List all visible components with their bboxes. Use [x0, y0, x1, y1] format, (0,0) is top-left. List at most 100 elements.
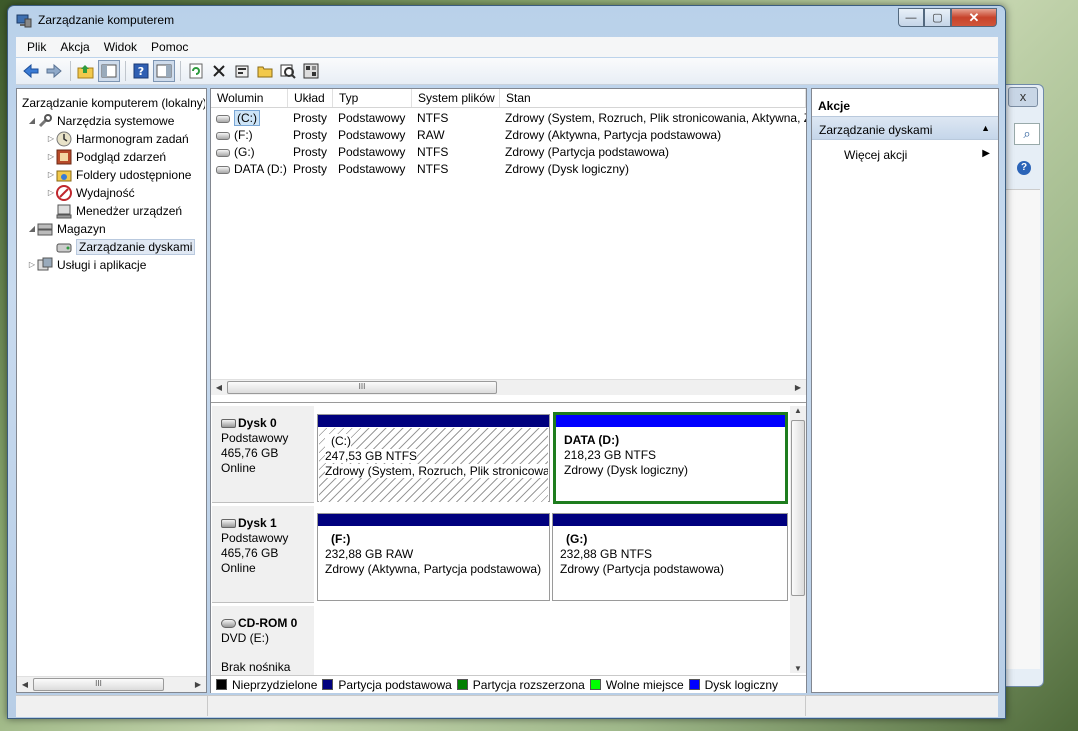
disk-view-vertical-scrollbar[interactable]: ▲ ▼ — [790, 406, 806, 673]
volume-row[interactable]: (C:) Prosty Podstawowy NTFS Zdrowy (Syst… — [211, 110, 806, 127]
column-header-typ[interactable]: Typ — [333, 89, 412, 107]
scrollbar-thumb[interactable]: III — [227, 381, 497, 394]
tree-item-uslugi-i-aplikacje[interactable]: ▷ Usługi i aplikacje — [27, 256, 146, 273]
back-arrow-icon[interactable] — [20, 60, 42, 82]
maximize-button[interactable]: ▢ — [924, 8, 951, 27]
rescan-disks-icon[interactable] — [277, 60, 299, 82]
legend: Nieprzydzielone Partycja podstawowa Part… — [211, 675, 806, 693]
minimize-button[interactable]: — — [898, 8, 924, 27]
tree-item-foldery-udostepnione[interactable]: ▷ Foldery udostępnione — [46, 166, 192, 183]
expand-arrow-icon[interactable]: ▷ — [46, 188, 56, 197]
column-header-stan[interactable]: Stan — [500, 89, 806, 107]
legend-label: Wolne miejsce — [605, 677, 684, 692]
refresh-icon[interactable] — [185, 60, 207, 82]
properties-icon[interactable] — [231, 60, 253, 82]
legend-swatch — [688, 679, 700, 690]
more-actions-item[interactable]: Więcej akcji ▶ — [812, 145, 998, 165]
disk-1-label[interactable]: Dysk 1 Podstawowy 465,76 GB Online — [212, 506, 314, 603]
volume-row[interactable]: DATA (D:) Prosty Podstawowy NTFS Zdrowy … — [211, 161, 806, 178]
event-viewer-icon — [56, 149, 72, 164]
show-hide-action-pane-icon[interactable] — [153, 60, 175, 82]
scroll-left-icon[interactable]: ◀ — [17, 680, 33, 689]
volume-row[interactable]: (G:) Prosty Podstawowy NTFS Zdrowy (Part… — [211, 144, 806, 161]
tree-item-narzedzia-systemowe[interactable]: ◢ Narzędzia systemowe — [27, 112, 174, 129]
scroll-up-icon[interactable]: ▲ — [790, 406, 806, 420]
partition-label: (F:) — [331, 532, 351, 546]
column-header-system-plikow[interactable]: System plików — [412, 89, 500, 107]
disk-name: CD-ROM 0 — [238, 616, 298, 630]
status-cell: Zdrowy (Dysk logiczny) — [505, 162, 630, 176]
expand-arrow-icon[interactable]: ▷ — [27, 260, 37, 269]
menu-pomoc[interactable]: Pomoc — [144, 37, 195, 57]
collapse-up-icon[interactable]: ▲ — [981, 123, 990, 133]
background-window-search-icon[interactable]: ⌕ — [1014, 123, 1040, 145]
cd-drive-icon — [221, 619, 236, 629]
partition-g[interactable]: (G:) 232,88 GB NTFS Zdrowy (Partycja pod… — [552, 513, 788, 601]
layout-cell: Prosty — [293, 162, 328, 176]
legend-swatch — [456, 679, 468, 690]
status-bar — [16, 695, 998, 717]
volume-list-horizontal-scrollbar[interactable]: ◀ III ▶ — [211, 379, 806, 395]
partition-f[interactable]: (F:) 232,88 GB RAW Zdrowy (Aktywna, Part… — [317, 513, 550, 601]
show-hide-console-tree-icon[interactable] — [98, 60, 120, 82]
minimize-icon: — — [905, 11, 917, 24]
drive-icon — [216, 148, 230, 157]
partition-label: (G:) — [566, 532, 588, 546]
tree-item-podglad-zdarzen[interactable]: ▷ Podgląd zdarzeń — [46, 148, 166, 165]
expand-arrow-icon[interactable]: ▷ — [46, 152, 56, 161]
tree-item-label: Magazyn — [57, 221, 106, 236]
partition-label: (C:) — [325, 434, 351, 449]
legend-label: Nieprzydzielone — [232, 677, 318, 692]
menu-akcja[interactable]: Akcja — [53, 37, 96, 57]
primary-partition-bar — [318, 415, 549, 427]
tree-item-harmonogram-zadan[interactable]: ▷ Harmonogram zadań — [46, 130, 189, 147]
background-window-close-button[interactable]: x — [1008, 87, 1038, 107]
delete-icon[interactable] — [208, 60, 230, 82]
tree-item-menedzer-urzadzen[interactable]: Menedżer urządzeń — [56, 202, 182, 219]
title-bar[interactable]: Zarządzanie komputerem — ▢ ✕ — [8, 6, 1005, 36]
tree-item-magazyn[interactable]: ◢ Magazyn — [27, 220, 106, 237]
cdrom-0-label[interactable]: CD-ROM 0 DVD (E:) Brak nośnika — [212, 606, 314, 675]
scroll-right-icon[interactable]: ▶ — [190, 680, 206, 689]
help-icon[interactable]: ? — [130, 60, 152, 82]
partition-body: (C:) 247,53 GB NTFS Zdrowy (System, Rozr… — [319, 428, 548, 502]
collapse-arrow-icon[interactable]: ◢ — [27, 224, 37, 233]
up-folder-icon[interactable] — [75, 60, 97, 82]
partition-data-d[interactable]: DATA (D:) 218,23 GB NTFS Zdrowy (Dysk lo… — [553, 412, 788, 504]
scrollbar-thumb[interactable] — [791, 420, 805, 596]
open-folder-icon[interactable] — [254, 60, 276, 82]
scroll-down-icon[interactable]: ▼ — [790, 664, 806, 673]
tree-item-zarzadzanie-dyskami[interactable]: Zarządzanie dyskami — [56, 238, 196, 255]
volume-row[interactable]: (F:) Prosty Podstawowy RAW Zdrowy (Aktyw… — [211, 127, 806, 144]
drive-icon — [216, 114, 230, 123]
background-window-help-icon[interactable]: ? — [1010, 157, 1038, 179]
volume-name: (F:) — [234, 128, 253, 142]
partition-status: Zdrowy (Aktywna, Partycja podstawowa) — [325, 562, 542, 576]
scroll-left-icon[interactable]: ◀ — [211, 383, 227, 392]
settings-icon[interactable] — [300, 60, 322, 82]
expand-arrow-icon[interactable]: ▷ — [46, 170, 56, 179]
partition-c[interactable]: (C:) 247,53 GB NTFS Zdrowy (System, Rozr… — [317, 414, 550, 502]
console-tree: Zarządzanie komputerem (lokalny) ◢ Narzę… — [16, 88, 207, 693]
legend-item-unallocated: Nieprzydzielone — [216, 678, 317, 692]
legend-item-extended-partition: Partycja rozszerzona — [456, 678, 585, 692]
collapse-arrow-icon[interactable]: ◢ — [27, 116, 37, 125]
filesystem-cell: RAW — [417, 128, 445, 142]
menu-widok[interactable]: Widok — [97, 37, 144, 57]
tree-horizontal-scrollbar[interactable]: ◀ III ▶ — [17, 676, 206, 692]
tree-item-wydajnosc[interactable]: ▷ Wydajność — [46, 184, 135, 201]
disk-state: Online — [221, 561, 256, 575]
scrollbar-thumb[interactable]: III — [33, 678, 164, 691]
disk-kind: Podstawowy — [221, 431, 289, 445]
column-header-uklad[interactable]: Układ — [288, 89, 333, 107]
expand-arrow-icon[interactable]: ▷ — [46, 134, 56, 143]
disk-0-label[interactable]: Dysk 0 Podstawowy 465,76 GB Online — [212, 406, 314, 503]
column-header-wolumin[interactable]: Wolumin — [211, 89, 288, 107]
tree-root[interactable]: Zarządzanie komputerem (lokalny) — [19, 94, 205, 111]
menu-plik[interactable]: Plik — [20, 37, 53, 57]
close-button[interactable]: ✕ — [951, 8, 997, 27]
actions-section-disk-management[interactable]: Zarządzanie dyskami ▲ — [812, 116, 998, 140]
forward-arrow-icon[interactable] — [43, 60, 65, 82]
type-cell: Podstawowy — [338, 111, 406, 125]
scroll-right-icon[interactable]: ▶ — [790, 383, 806, 392]
